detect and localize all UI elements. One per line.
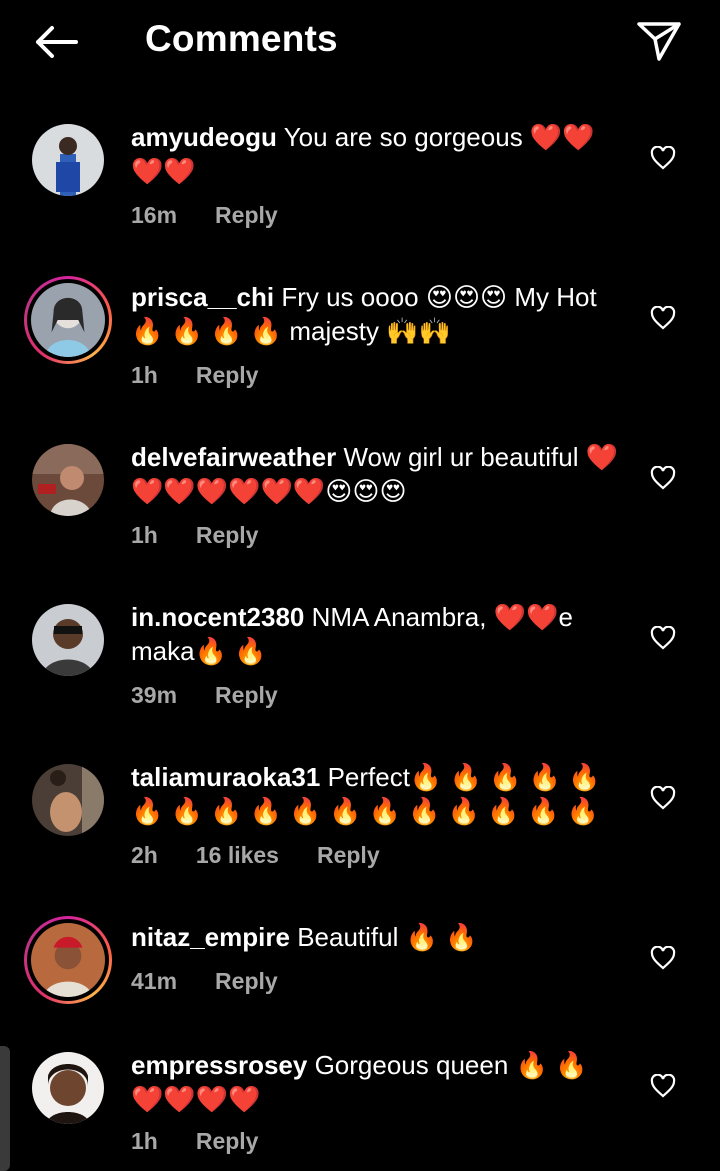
avatar[interactable] bbox=[32, 604, 104, 676]
reply-button[interactable]: Reply bbox=[196, 1128, 259, 1155]
avatar[interactable] bbox=[32, 444, 104, 516]
avatar[interactable] bbox=[24, 276, 112, 364]
comment-username[interactable]: amyudeogu bbox=[131, 122, 277, 152]
comment-time: 1h bbox=[131, 362, 158, 388]
reply-button[interactable]: Reply bbox=[215, 968, 278, 995]
comment-username[interactable]: in.nocent2380 bbox=[131, 602, 304, 632]
heart-icon[interactable] bbox=[650, 466, 676, 490]
comment-username[interactable]: delvefairweather bbox=[131, 442, 336, 472]
share-button[interactable] bbox=[634, 18, 684, 64]
reply-button[interactable]: Reply bbox=[215, 682, 278, 709]
reply-button[interactable]: Reply bbox=[196, 522, 259, 549]
comment-time: 16m bbox=[131, 202, 178, 228]
comment-username[interactable]: empressrosey bbox=[131, 1050, 307, 1080]
heart-icon[interactable] bbox=[650, 146, 676, 170]
arrow-left-icon bbox=[36, 26, 78, 58]
heart-icon[interactable] bbox=[650, 626, 676, 650]
heart-icon[interactable] bbox=[650, 1074, 676, 1098]
comment-time: 1h bbox=[131, 1128, 158, 1154]
comment-username[interactable]: taliamuraoka31 bbox=[131, 762, 320, 792]
avatar[interactable] bbox=[32, 1052, 104, 1124]
reply-button[interactable]: Reply bbox=[196, 362, 259, 389]
comment-username[interactable]: prisca__chi bbox=[131, 282, 274, 312]
likes-count[interactable]: 16 likes bbox=[196, 842, 279, 869]
comment-text: Beautiful 🔥 🔥 bbox=[297, 922, 478, 952]
heart-icon[interactable] bbox=[650, 306, 676, 330]
comment-time: 1h bbox=[131, 522, 158, 548]
comment-time: 39m bbox=[131, 682, 178, 708]
reply-button[interactable]: Reply bbox=[215, 202, 278, 229]
comment-time: 41m bbox=[131, 968, 178, 994]
back-button[interactable] bbox=[28, 20, 84, 64]
page-title: Comments bbox=[145, 18, 338, 59]
comment-username[interactable]: nitaz_empire bbox=[131, 922, 290, 952]
avatar[interactable] bbox=[24, 916, 112, 1004]
reply-button[interactable]: Reply bbox=[317, 842, 380, 869]
scroll-handle[interactable] bbox=[0, 1046, 10, 1171]
header-bar: Comments bbox=[0, 0, 720, 84]
heart-icon[interactable] bbox=[650, 786, 676, 810]
avatar[interactable] bbox=[32, 124, 104, 196]
avatar[interactable] bbox=[32, 764, 104, 836]
paper-plane-icon bbox=[637, 22, 681, 61]
comment-time: 2h bbox=[131, 842, 158, 868]
heart-icon[interactable] bbox=[650, 946, 676, 970]
